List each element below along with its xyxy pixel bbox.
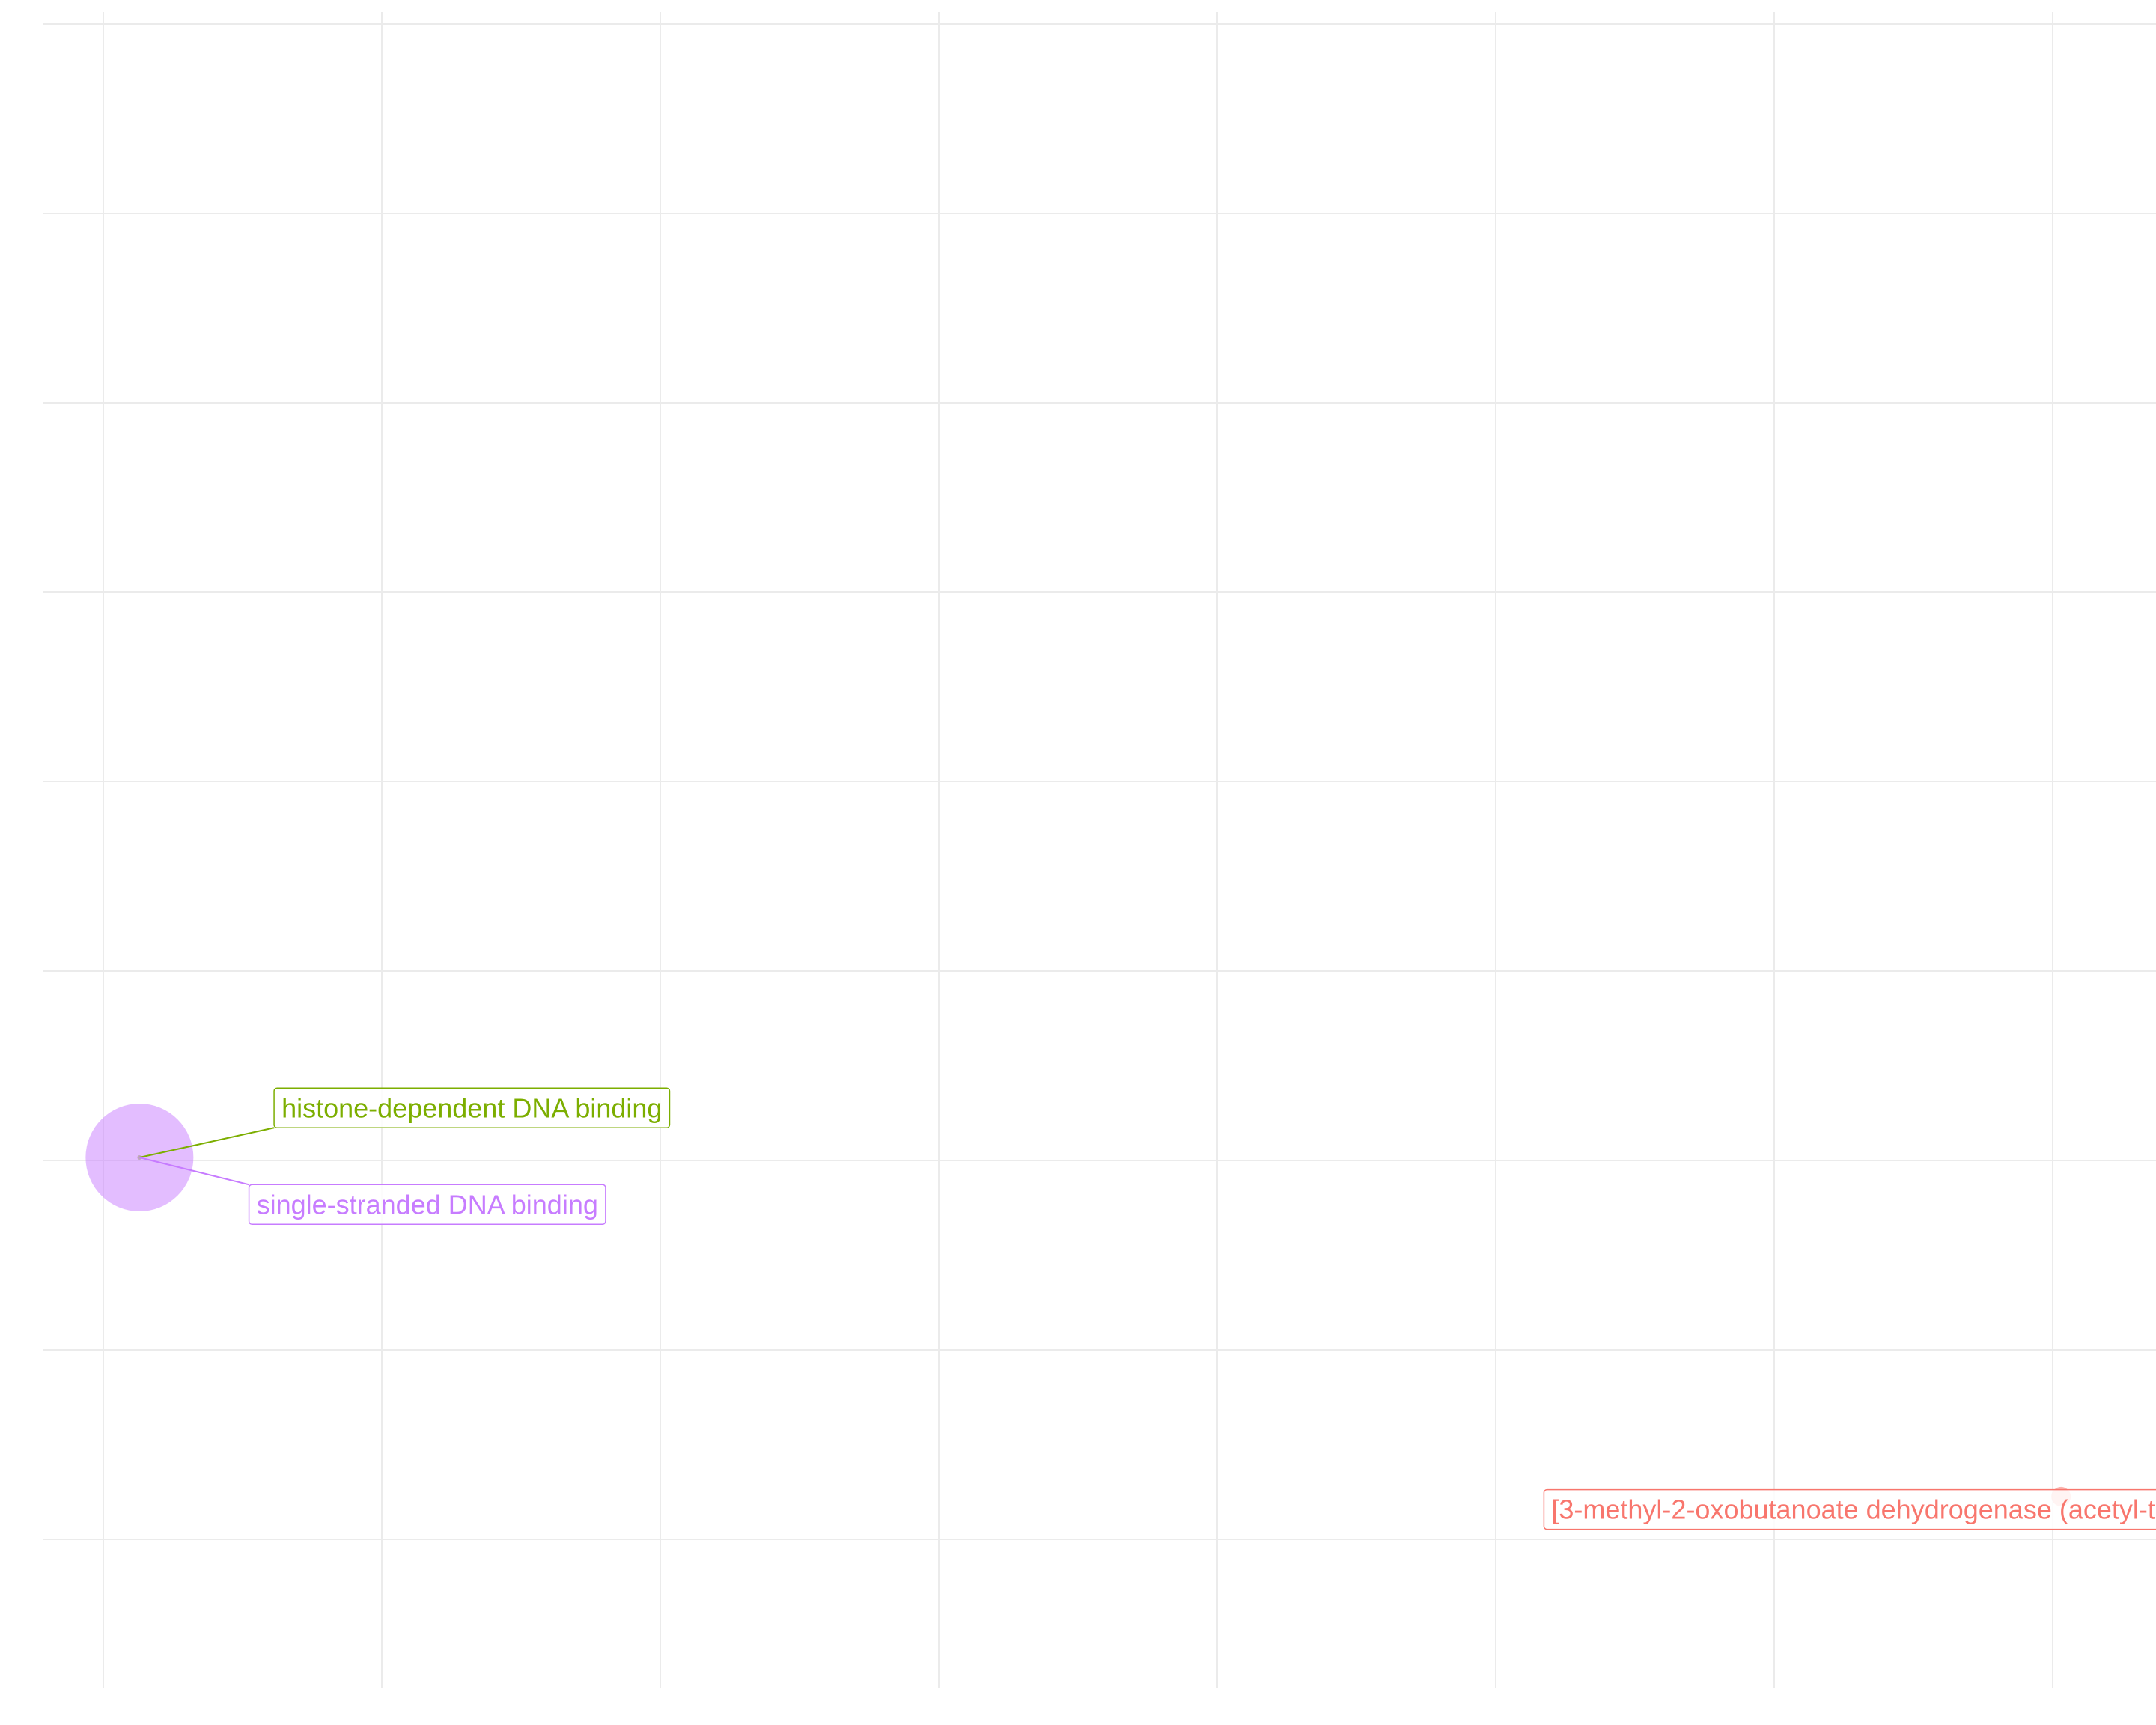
point-label: single-stranded DNA binding xyxy=(257,1189,598,1220)
point-label: histone-dependent DNA binding xyxy=(281,1092,662,1123)
plot-background xyxy=(0,0,2156,1725)
point-label: [3-methyl-2-oxobutanoate dehydrogenase (… xyxy=(1551,1494,2156,1525)
scatter-plot: pyruvate carboxylase activityhistone-dep… xyxy=(0,0,2156,1725)
data-point xyxy=(85,1104,194,1211)
